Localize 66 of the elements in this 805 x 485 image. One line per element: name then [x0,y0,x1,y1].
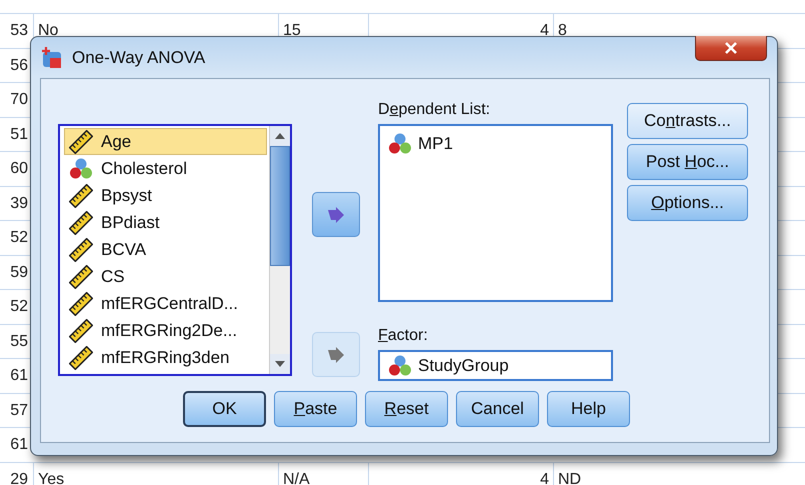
row-number: 53 [9,21,29,41]
balls-icon [69,156,93,180]
row-number: 52 [9,228,29,248]
move-button[interactable] [312,192,360,237]
right-arrow-icon [327,346,345,362]
dialog-button[interactable]: OK [183,391,266,427]
dependent-list[interactable]: MP1 [378,124,613,302]
variable-list[interactable]: Age Cholesterol Bpsyst BPdiast BCVA CS mfERGCentralD... mfERGRing2De... mfERGRing3den [58,124,292,376]
variable-name: MP1 [418,134,453,154]
row-number: 39 [9,194,29,214]
dialog-button[interactable]: Options... [627,185,748,221]
row-number: 56 [9,56,29,76]
table-cell: Yes [33,462,278,485]
dialog-button[interactable]: Post Hoc... [627,144,748,180]
row-number: 57 [9,400,29,420]
variable-name: Bpsyst [101,186,152,206]
table-icon [40,46,64,70]
field-label: Dependent List: [378,100,492,120]
variable-item[interactable]: Age [64,128,267,155]
close-button[interactable] [695,36,767,61]
variable-item[interactable]: CS [64,263,267,290]
table-cell: ND [553,462,805,485]
scrollbar-thumb[interactable] [270,146,290,266]
variable-name: mfERGRing2De... [101,320,238,340]
row-number: 70 [9,90,29,110]
dialog-button[interactable]: Contrasts... [627,103,748,139]
variable-item[interactable]: mfERGCentralD... [64,290,267,317]
variable-name: StudyGroup [418,356,509,376]
scrollbar[interactable] [269,126,290,374]
row-number: 61 [9,366,29,386]
variable-name: Age [101,132,132,152]
variable-item[interactable]: mfERGRing3den [64,344,267,371]
variable-item[interactable]: mfERGRing2De... [64,317,267,344]
row-number: 55 [9,332,29,352]
variable-item[interactable]: Cholesterol [64,155,267,182]
right-arrow-icon [327,206,345,222]
close-icon [724,42,738,54]
row-number: 60 [9,159,29,179]
variable-name: mfERGRing3den [101,348,230,368]
variable-name: CS [101,266,125,286]
balls-icon [388,132,412,156]
window-title: One-Way ANOVA [72,48,206,68]
variable-item[interactable]: BCVA [64,236,267,263]
row-number: 61 [9,435,29,455]
dialog-button[interactable]: Help [547,391,630,427]
dialog-button[interactable]: Reset [365,391,448,427]
row-number: 29 [9,470,29,485]
factor-field[interactable]: StudyGroup [378,350,613,382]
variable-name: BCVA [101,240,146,260]
row-number: 51 [9,124,29,144]
down-arrow-icon [275,361,285,367]
variable-item[interactable]: Bpsyst [64,182,267,209]
balls-icon [388,354,412,378]
variable-name: BPdiast [101,212,160,232]
dialog-button[interactable]: Cancel [456,391,539,427]
table-cell: 4 [368,462,553,485]
up-arrow-icon [275,133,285,139]
row-number: 52 [9,297,29,317]
row-number: 59 [9,262,29,282]
table-cell: N/A [278,462,368,485]
variable-name: Cholesterol [101,158,187,178]
dialog-button[interactable]: Paste [274,391,357,427]
field-label: Factor: [378,326,429,346]
variable-item[interactable]: BPdiast [64,209,267,236]
list-entry[interactable]: MP1 [388,132,603,156]
variable-name: mfERGCentralD... [101,294,238,314]
